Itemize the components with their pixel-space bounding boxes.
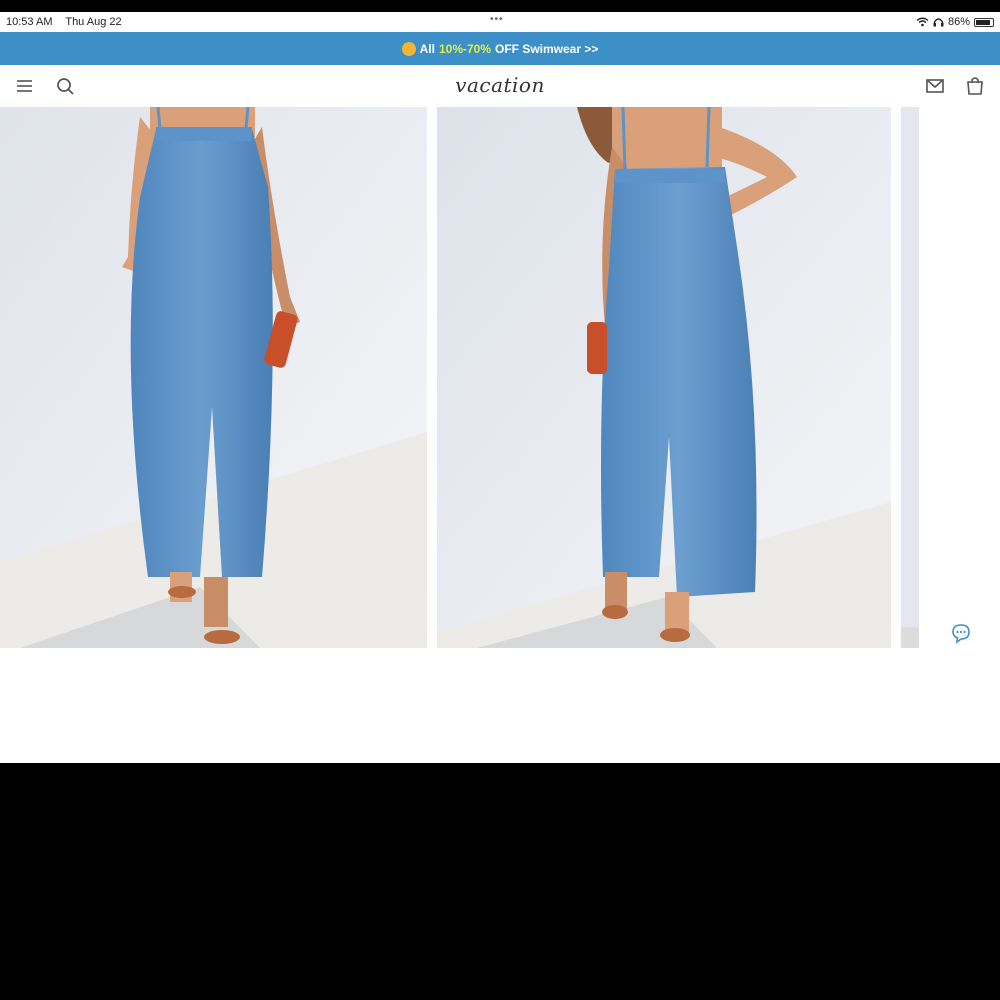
site-logo[interactable]: vacation (0, 73, 1000, 97)
battery-percent: 86% (947, 16, 970, 28)
headphones-icon (933, 18, 944, 27)
emoji-icon (401, 41, 416, 56)
battery-icon (974, 17, 994, 27)
product-image-next[interactable] (901, 107, 919, 648)
battery-fill (976, 19, 990, 25)
product-image-back[interactable] (437, 107, 891, 648)
multitasking-dots-icon[interactable]: ••• (490, 14, 504, 25)
app-screen: 10:53 AM Thu Aug 22 ••• 86% All 10%-70% (0, 12, 1000, 763)
mail-icon[interactable] (924, 75, 946, 97)
wifi-icon (916, 17, 929, 27)
product-gallery[interactable] (0, 107, 1000, 648)
status-date: Thu Aug 22 (65, 16, 122, 28)
promo-prefix: All (419, 41, 435, 56)
status-bar: 10:53 AM Thu Aug 22 ••• 86% (0, 12, 1000, 32)
product-image-front[interactable] (0, 107, 427, 648)
shopping-bag-icon[interactable] (964, 75, 986, 97)
status-time: 10:53 AM (6, 16, 53, 28)
promo-suffix: OFF Swimwear >> (495, 41, 599, 56)
site-header: vacation (0, 65, 1000, 107)
promo-banner[interactable]: All 10%-70% OFF Swimwear >> (0, 32, 1000, 65)
promo-highlight: 10%-70% (438, 41, 491, 56)
chat-icon[interactable] (950, 622, 972, 644)
